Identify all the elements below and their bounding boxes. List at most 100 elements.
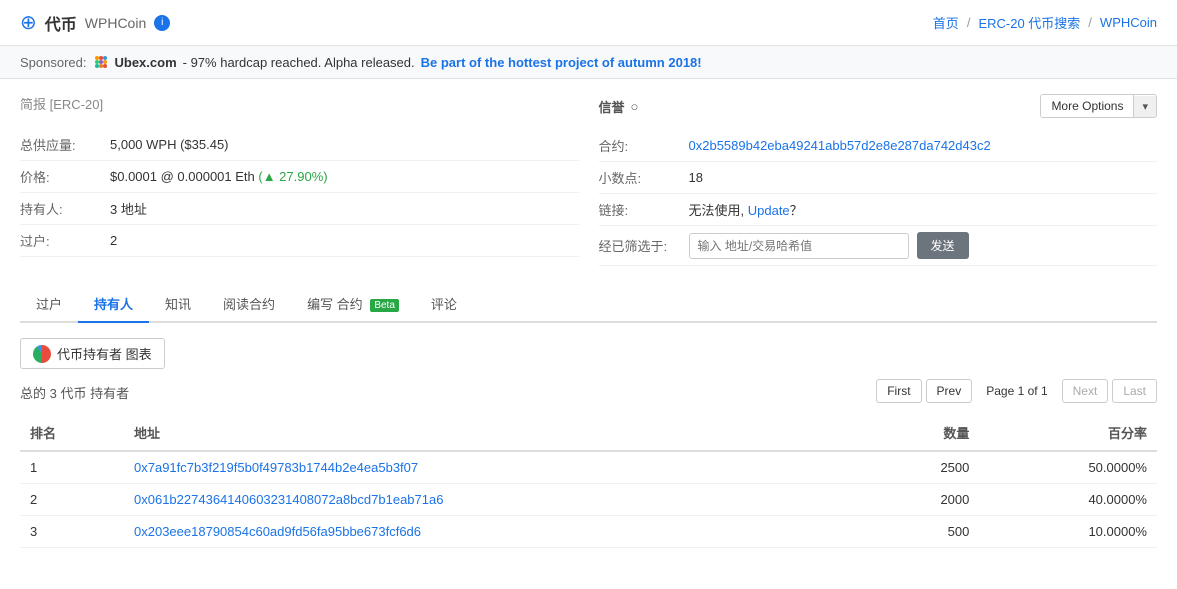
- cell-address: 0x061b2274364140603231408072a8bcd7b1eab7…: [124, 484, 869, 516]
- sponsored-bar: Sponsored: Ubex.com - 97% hardcap reache…: [0, 46, 1177, 79]
- price-change: (▲ 27.90%): [258, 169, 327, 184]
- holders-label: 持有人:: [20, 199, 110, 218]
- sponsor-site-name: Ubex.com: [115, 55, 177, 70]
- contract-row: 合约: 0x2b5589b42eba49241abb57d2e8e287da74…: [599, 130, 1158, 162]
- table-row: 3 0x203eee18790854c60ad9fd56fa95bbe673fc…: [20, 516, 1157, 548]
- breadcrumb: 首页 / ERC-20 代币搜索 / WPHCoin: [933, 13, 1157, 32]
- page-info: Page 1 of 1: [976, 380, 1057, 402]
- next-page-button[interactable]: Next: [1062, 379, 1109, 403]
- pagination: First Prev Page 1 of 1 Next Last: [876, 379, 1157, 403]
- tab-transfers[interactable]: 过户: [20, 286, 78, 323]
- update-link[interactable]: Update: [748, 203, 790, 218]
- contract-address-link[interactable]: 0x2b5589b42eba49241abb57d2e8e287da742d43…: [689, 138, 991, 153]
- col-amount: 数量: [869, 415, 980, 451]
- info-icon[interactable]: i: [154, 15, 170, 31]
- table-header-row: 排名 地址 数量 百分率: [20, 415, 1157, 451]
- address-link[interactable]: 0x203eee18790854c60ad9fd56fa95bbe673fcf6…: [134, 524, 421, 539]
- right-panel-header: 信誉 ○ More Options ▾: [599, 94, 1158, 118]
- cell-percent: 10.0000%: [979, 516, 1157, 548]
- pie-chart-button[interactable]: 代币持有者 图表: [20, 338, 165, 369]
- table-row: 1 0x7a91fc7b3f219f5b0f49783b1744b2e4ea5b…: [20, 451, 1157, 484]
- info-section: 简报 [ERC-20] 总供应量: 5,000 WPH ($35.45) 价格:…: [20, 94, 1157, 266]
- filter-send-button[interactable]: 发送: [917, 232, 969, 259]
- cell-address: 0x203eee18790854c60ad9fd56fa95bbe673fcf6…: [124, 516, 869, 548]
- more-options-button[interactable]: More Options ▾: [1040, 94, 1157, 118]
- pie-chart-label: 代币持有者 图表: [57, 344, 152, 363]
- prev-page-button[interactable]: Prev: [926, 379, 973, 403]
- supply-value: 5,000 WPH ($35.45): [110, 137, 229, 152]
- left-panel-badge: [ERC-20]: [50, 97, 103, 112]
- cell-rank: 1: [20, 451, 124, 484]
- price-label: 价格:: [20, 167, 110, 186]
- tab-comments[interactable]: 评论: [415, 286, 473, 323]
- filter-input[interactable]: [689, 233, 909, 259]
- contract-label: 合约:: [599, 136, 689, 155]
- holders-row: 持有人: 3 地址: [20, 193, 579, 225]
- filter-row: 经已筛选于: 发送: [599, 226, 1158, 266]
- cell-rank: 3: [20, 516, 124, 548]
- address-link[interactable]: 0x061b2274364140603231408072a8bcd7b1eab7…: [134, 492, 443, 507]
- sponsored-label: Sponsored:: [20, 55, 87, 70]
- pie-chart-icon: [33, 345, 51, 363]
- breadcrumb-sep2: /: [1088, 15, 1092, 30]
- filter-input-area: 发送: [689, 232, 969, 259]
- tab-write-contract[interactable]: 编写 合约 Beta: [291, 286, 415, 323]
- ubex-icon: [93, 54, 109, 70]
- holders-value: 3 地址: [110, 199, 147, 218]
- tab-holders[interactable]: 持有人: [78, 286, 149, 323]
- right-panel: 信誉 ○ More Options ▾ 合约: 0x2b5589b42eba49…: [599, 94, 1158, 266]
- link-value: 无法使用, Update？: [689, 200, 803, 219]
- reputation-icon: ○: [631, 99, 639, 114]
- price-value: $0.0001 @ 0.000001 Eth (▲ 27.90%): [110, 169, 328, 184]
- cell-amount: 500: [869, 516, 980, 548]
- cell-amount: 2000: [869, 484, 980, 516]
- cell-percent: 40.0000%: [979, 484, 1157, 516]
- logo-area: ⊕ 代币 WPHCoin i: [20, 10, 170, 35]
- contract-value: 0x2b5589b42eba49241abb57d2e8e287da742d43…: [689, 138, 991, 153]
- last-page-button[interactable]: Last: [1112, 379, 1157, 403]
- col-address: 地址: [124, 415, 869, 451]
- more-options-arrow-icon: ▾: [1134, 96, 1156, 117]
- page-header: ⊕ 代币 WPHCoin i 首页 / ERC-20 代币搜索 / WPHCoi…: [0, 0, 1177, 46]
- first-page-button[interactable]: First: [876, 379, 921, 403]
- logo-text: 代币: [45, 11, 77, 35]
- filter-label: 经已筛选于:: [599, 236, 689, 255]
- decimals-label: 小数点:: [599, 168, 689, 187]
- holders-table: 排名 地址 数量 百分率 1 0x7a91fc7b3f219f5b0f49783…: [20, 415, 1157, 548]
- tab-read-contract[interactable]: 阅读合约: [207, 286, 291, 323]
- supply-label: 总供应量:: [20, 135, 110, 154]
- logo-icon: ⊕: [20, 10, 37, 35]
- breadcrumb-sep1: /: [967, 15, 971, 30]
- logo-subtext: WPHCoin: [85, 15, 146, 31]
- price-row: 价格: $0.0001 @ 0.000001 Eth (▲ 27.90%): [20, 161, 579, 193]
- cell-percent: 50.0000%: [979, 451, 1157, 484]
- link-label: 链接:: [599, 200, 689, 219]
- holders-section: 代币持有者 图表 总的 3 代币 持有者 First Prev Page 1 o…: [20, 338, 1157, 548]
- col-percent: 百分率: [979, 415, 1157, 451]
- left-panel-title: 简报 [ERC-20]: [20, 94, 579, 117]
- breadcrumb-current[interactable]: WPHCoin: [1100, 15, 1157, 30]
- address-link[interactable]: 0x7a91fc7b3f219f5b0f49783b1744b2e4ea5b3f…: [134, 460, 418, 475]
- transfers-label: 过户:: [20, 231, 110, 250]
- transfers-row: 过户: 2: [20, 225, 579, 257]
- transfers-value: 2: [110, 233, 117, 248]
- more-options-label: More Options: [1041, 95, 1134, 117]
- table-row: 2 0x061b2274364140603231408072a8bcd7b1ea…: [20, 484, 1157, 516]
- tab-info[interactable]: 知讯: [149, 286, 207, 323]
- col-rank: 排名: [20, 415, 124, 451]
- holders-summary: 总的 3 代币 持有者: [20, 383, 129, 402]
- decimals-value: 18: [689, 170, 703, 185]
- decimals-row: 小数点: 18: [599, 162, 1158, 194]
- beta-badge: Beta: [370, 299, 399, 312]
- sponsor-link[interactable]: Be part of the hottest project of autumn…: [421, 55, 702, 70]
- breadcrumb-search[interactable]: ERC-20 代币搜索: [978, 13, 1080, 32]
- cell-address: 0x7a91fc7b3f219f5b0f49783b1744b2e4ea5b3f…: [124, 451, 869, 484]
- sponsor-description: - 97% hardcap reached. Alpha released.: [183, 55, 415, 70]
- cell-rank: 2: [20, 484, 124, 516]
- tab-bar: 过户 持有人 知讯 阅读合约 编写 合约 Beta 评论: [20, 286, 1157, 323]
- link-row: 链接: 无法使用, Update？: [599, 194, 1158, 226]
- ubex-logo: [93, 54, 109, 70]
- main-content: 简报 [ERC-20] 总供应量: 5,000 WPH ($35.45) 价格:…: [0, 79, 1177, 563]
- supply-row: 总供应量: 5,000 WPH ($35.45): [20, 129, 579, 161]
- breadcrumb-home[interactable]: 首页: [933, 13, 959, 32]
